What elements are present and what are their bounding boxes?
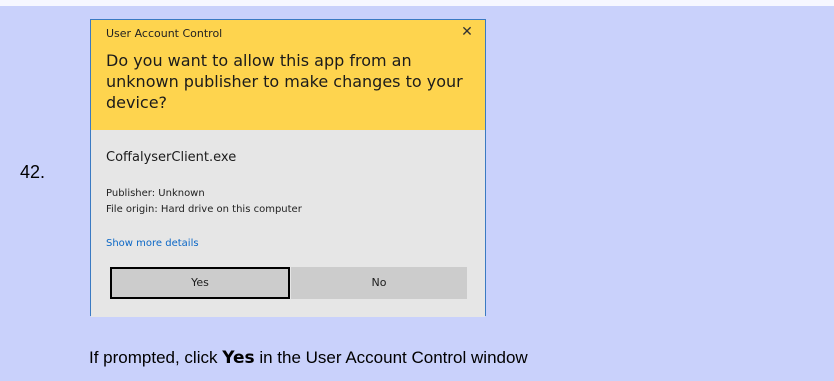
uac-body: CoffalyserClient.exe Publisher: Unknown … xyxy=(91,130,485,317)
close-icon[interactable]: ✕ xyxy=(457,23,477,41)
instruction-suffix: in the User Account Control window xyxy=(254,348,528,367)
step-number: 42. xyxy=(20,162,46,182)
dialog-question: Do you want to allow this app from an un… xyxy=(106,51,463,112)
show-more-details-link[interactable]: Show more details xyxy=(106,238,199,249)
publisher-text: Publisher: Unknown xyxy=(106,188,205,199)
dialog-title: User Account Control xyxy=(106,27,223,40)
instruction-text: If prompted, click Yes in the User Accou… xyxy=(89,348,528,368)
no-button[interactable]: No xyxy=(291,267,467,299)
top-strip xyxy=(0,0,834,6)
uac-dialog: User Account Control ✕ Do you want to al… xyxy=(90,19,486,317)
instruction-yes-word: Yes xyxy=(222,348,255,368)
uac-header: User Account Control ✕ Do you want to al… xyxy=(91,20,485,130)
app-name: CoffalyserClient.exe xyxy=(106,150,237,165)
file-origin-text: File origin: Hard drive on this computer xyxy=(106,204,302,215)
yes-button[interactable]: Yes xyxy=(110,267,290,299)
instruction-prefix: If prompted, click xyxy=(89,348,223,367)
